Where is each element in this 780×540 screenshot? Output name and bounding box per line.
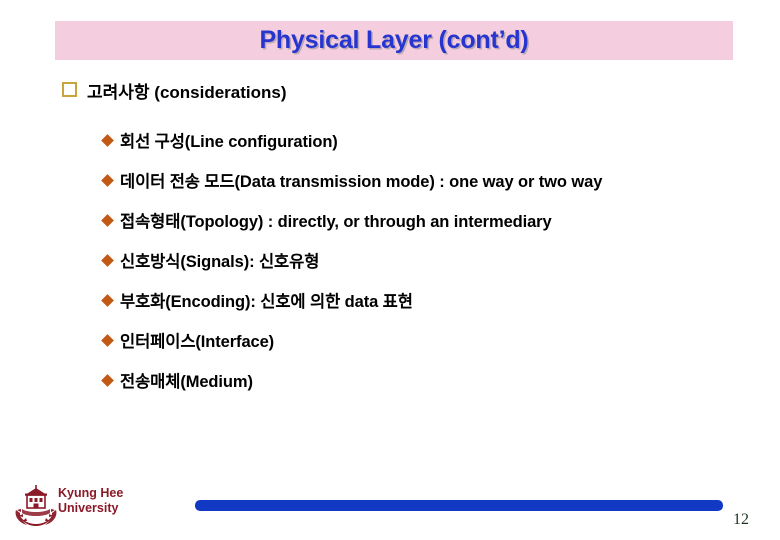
heading-bullet-row: 고려사항 (considerations) bbox=[62, 78, 287, 103]
university-name: Kyung Hee University bbox=[58, 486, 124, 515]
list-item: 접속형태(Topology) : directly, or through an… bbox=[101, 200, 763, 240]
diamond-bullet-icon bbox=[101, 253, 114, 267]
square-outline-bullet-icon bbox=[62, 82, 77, 97]
diamond-bullet-icon bbox=[101, 333, 114, 347]
page-number: 12 bbox=[733, 511, 749, 528]
list-item: 전송매체(Medium) bbox=[101, 360, 763, 400]
diamond-bullet-icon bbox=[101, 293, 114, 307]
page-title: Physical Layer (cont’d) bbox=[259, 26, 529, 54]
list-item: 부호화(Encoding): 신호에 의한 data 표현 bbox=[101, 280, 763, 320]
list-item: 데이터 전송 모드(Data transmission mode) : one … bbox=[101, 160, 763, 200]
list-item: 인터페이스(Interface) bbox=[101, 320, 763, 360]
list-item-label: 회선 구성(Line configuration) bbox=[120, 133, 338, 151]
heading-bullet-label: 고려사항 (considerations) bbox=[87, 83, 287, 102]
diamond-bullet-icon bbox=[101, 173, 114, 187]
diamond-bullet-icon bbox=[101, 133, 114, 147]
list-item-label: 데이터 전송 모드(Data transmission mode) : one … bbox=[120, 173, 603, 191]
slide: Physical Layer (cont’d) 고려사항 (considerat… bbox=[0, 0, 780, 540]
list-item-label: 부호화(Encoding): 신호에 의한 data 표현 bbox=[120, 293, 413, 311]
list-item-label: 접속형태(Topology) : directly, or through an… bbox=[120, 213, 552, 231]
kyung-hee-university-crest-icon bbox=[12, 482, 60, 530]
diamond-bullet-icon bbox=[101, 373, 114, 387]
diamond-bullet-icon bbox=[101, 213, 114, 227]
bullet-list: 회선 구성(Line configuration) 데이터 전송 모드(Data… bbox=[101, 120, 763, 400]
list-item-label: 신호방식(Signals): 신호유형 bbox=[120, 253, 320, 271]
list-item: 신호방식(Signals): 신호유형 bbox=[101, 240, 763, 280]
list-item-label: 전송매체(Medium) bbox=[120, 373, 253, 391]
list-item-label: 인터페이스(Interface) bbox=[120, 333, 275, 351]
footer-rule bbox=[195, 500, 723, 511]
list-item: 회선 구성(Line configuration) bbox=[101, 120, 763, 160]
